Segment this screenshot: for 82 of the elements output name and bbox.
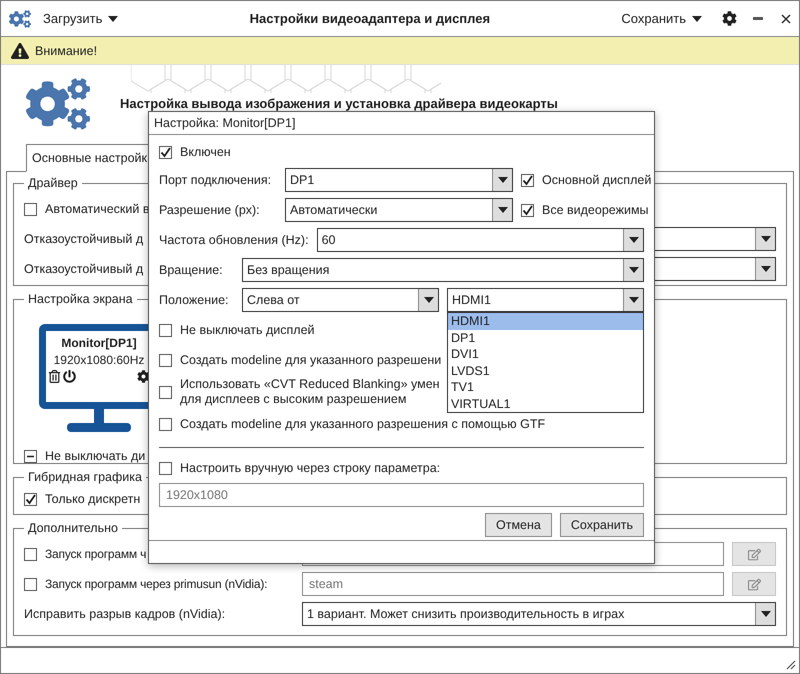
checkbox[interactable] [159, 462, 172, 475]
group-title: Настройка экрана [27, 292, 134, 306]
dropdown-option[interactable]: HDMI1 [448, 313, 643, 330]
settings-icon[interactable] [137, 370, 150, 383]
caret-icon [628, 237, 638, 244]
dropdown[interactable]: 1 вариант. Может снизить производительность в играх [302, 602, 776, 626]
field-label: Положение: [159, 293, 230, 308]
caret-icon [692, 16, 702, 22]
checkbox[interactable] [159, 354, 172, 367]
group-title: Драйвер [27, 176, 79, 190]
resize-grip-icon[interactable] [784, 658, 796, 670]
dropdown[interactable]: Автоматически [285, 198, 513, 222]
checkbox[interactable] [159, 386, 172, 399]
trash-icon[interactable] [48, 370, 61, 383]
field-label: Отказоустойчивый д [24, 262, 144, 276]
monitor-stand-icon [67, 409, 131, 433]
dropdown[interactable]: Слева от [242, 288, 439, 312]
field-label: Частота обновления (Hz): [159, 233, 309, 248]
monitor-name: Monitor[DP1] [61, 336, 137, 350]
save-button[interactable]: Сохранить [560, 513, 644, 538]
caret-icon [108, 16, 118, 22]
checkbox-label: Основной дисплей [542, 173, 652, 188]
checkbox[interactable] [159, 324, 172, 337]
group-title: Дополнительно [27, 521, 119, 535]
dropdown[interactable]: HDMI1 [447, 288, 644, 312]
caret-icon [498, 207, 508, 214]
window-title: Настройки видеоадаптера и дисплея [248, 11, 492, 26]
checkbox-label: Включен [180, 145, 231, 160]
checkbox[interactable] [521, 204, 534, 217]
warning-icon [11, 42, 29, 60]
group-title: Гибридная графика [27, 470, 143, 484]
caret-icon [760, 236, 770, 242]
field-label: Вращение: [159, 263, 224, 278]
edit-button[interactable] [732, 542, 776, 566]
field-label: Отказоустойчивый д [24, 232, 144, 246]
checkbox[interactable] [24, 492, 37, 506]
input-field[interactable]: steam [302, 572, 724, 596]
checkbox[interactable] [24, 548, 37, 560]
caret-icon [628, 297, 638, 304]
checkbox-label: Только дискретн [45, 492, 140, 506]
checkbox[interactable] [24, 202, 37, 216]
checkbox-label: Запуск программ через primusun (nVidia): [45, 577, 268, 591]
caret-icon [760, 611, 770, 617]
dropdown[interactable]: Без вращения [242, 258, 644, 282]
dialog-title: Настройка: Monitor[DP1] [154, 116, 296, 130]
field-label: Порт подключения: [159, 173, 272, 188]
checkbox-label: Запуск программ ч [45, 547, 146, 561]
checkbox[interactable] [521, 174, 534, 187]
minimize-icon[interactable] [753, 16, 763, 20]
checkbox-label: Создать modeline для указанного разрешени [180, 352, 442, 368]
checkbox[interactable] [159, 146, 172, 159]
caret-icon [760, 266, 770, 272]
caret-icon [424, 297, 434, 304]
field-label: Разрешение (px): [159, 203, 261, 218]
dropdown[interactable]: DP1 [285, 168, 513, 192]
settings-icon[interactable] [722, 11, 737, 26]
save-menu[interactable]: Сохранить [617, 9, 706, 28]
checkbox-label: Не выключать ди [45, 449, 146, 463]
checkbox-label: Настроить вручную через строку параметра: [180, 461, 440, 476]
caret-icon [498, 177, 508, 184]
page-heading: Настройка вывода изображения и установка драйвера видеокарты [120, 96, 558, 110]
checkbox-label: Создать modeline для указанного разрешения с помощью GTF [180, 416, 546, 432]
checkbox[interactable] [24, 578, 37, 590]
gears-icon [9, 8, 31, 30]
caret-icon [628, 267, 638, 274]
edit-button[interactable] [732, 572, 776, 596]
checkbox-label: Использовать «CVT Reduced Blanking» умен для дисплеев с высоким разрешением [180, 377, 440, 408]
monitor-mode: 1920x1080:60Hz [54, 353, 144, 367]
checkbox[interactable] [159, 418, 172, 431]
warning-text: Внимание! [35, 44, 98, 58]
dropdown[interactable]: 60 [316, 228, 644, 252]
edit-icon [748, 548, 760, 560]
cancel-button[interactable]: Отмена [485, 513, 552, 538]
power-icon[interactable] [63, 370, 76, 383]
load-menu[interactable]: Загрузить [39, 9, 122, 28]
checkbox-label: Все видеорежимы [542, 203, 649, 218]
input-field[interactable]: 1920x1080 [159, 483, 644, 508]
field-label: Исправить разрыв кадров (nVidia): [24, 607, 226, 621]
edit-icon [748, 578, 760, 590]
checkbox[interactable] [24, 450, 37, 462]
checkbox-label: Не выключать дисплей [180, 322, 315, 338]
close-icon[interactable] [781, 14, 791, 24]
